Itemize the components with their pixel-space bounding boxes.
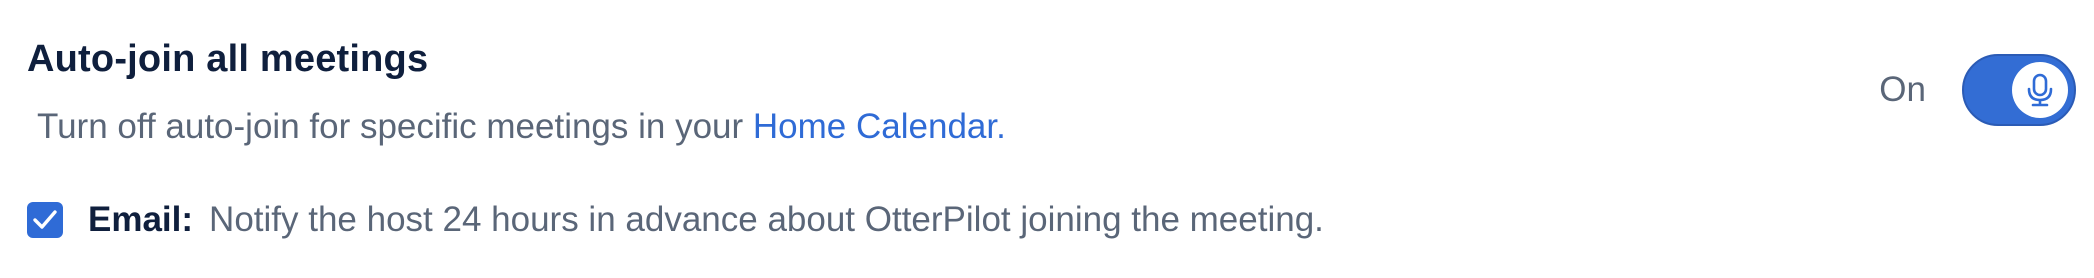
auto-join-toggle-group: On: [1879, 54, 2076, 126]
microphone-icon: [2027, 73, 2053, 107]
email-description: Notify the host 24 hours in advance abou…: [209, 200, 1324, 239]
email-checkbox[interactable]: [27, 202, 63, 238]
setting-subtitle: Turn off auto-join for specific meetings…: [37, 103, 1006, 151]
subtitle-text: Turn off auto-join for specific meetings…: [37, 107, 753, 146]
email-label: Email:: [88, 200, 194, 239]
toggle-knob: [2012, 62, 2068, 118]
home-calendar-link[interactable]: Home Calendar.: [753, 107, 1006, 146]
checkmark-icon: [33, 210, 57, 229]
email-notify-row: Email: Notify the host 24 hours in advan…: [27, 196, 1324, 244]
auto-join-toggle[interactable]: [1962, 54, 2076, 126]
toggle-state-label: On: [1879, 70, 1926, 109]
auto-join-setting: Auto-join all meetings Turn off auto-joi…: [0, 0, 2094, 278]
setting-title: Auto-join all meetings: [27, 38, 429, 80]
